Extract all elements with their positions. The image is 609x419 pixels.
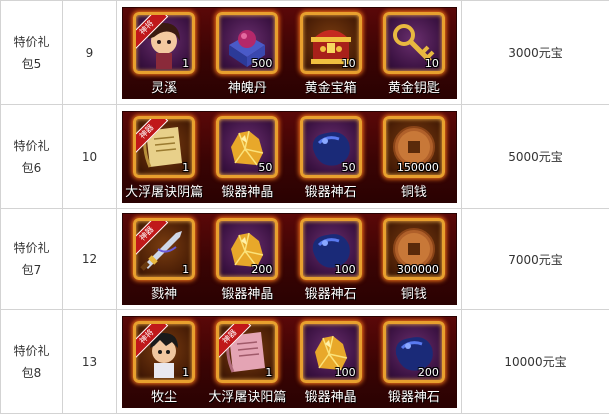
blue-stone-icon: 50	[299, 115, 362, 178]
item-count: 50	[258, 160, 273, 174]
item-label: 锻器神晶	[304, 389, 357, 405]
item-count: 200	[417, 365, 439, 379]
price-cell: 5000元宝	[461, 104, 609, 209]
package-name-line1: 特价礼	[13, 343, 50, 358]
package-name-cell: 特价礼 包7	[0, 208, 63, 310]
package-name-line1: 特价礼	[13, 138, 50, 153]
package-name-cell: 特价礼 包6	[0, 104, 63, 209]
blue-stone-icon: 200	[382, 320, 445, 383]
level-cell: 9	[62, 0, 117, 105]
item-label: 锻器神晶	[221, 287, 274, 302]
pill-box-icon: 500	[216, 11, 279, 74]
copper-coin-icon: 150000	[382, 115, 445, 178]
item-label: 牧尘	[151, 389, 178, 405]
table-row: 特价礼 包5 9 神将 1 灵溪 500 神魄丹 10 黄金宝箱 10 黄金钥匙 3000元宝	[0, 0, 609, 105]
item-count: 10	[424, 56, 439, 70]
package-name-line1: 特价礼	[13, 34, 50, 49]
reward-item: 200 锻器神石	[375, 320, 453, 405]
items-cell: 神器 1 戮神 200 锻器神晶 100 锻器神石 300000 铜钱	[116, 208, 462, 310]
hero-portrait-icon: 神将 1	[133, 320, 196, 383]
package-name-cell: 特价礼 包8	[0, 309, 63, 414]
reward-strip: 神器 1 戮神 200 锻器神晶 100 锻器神石 300000 铜钱	[121, 213, 457, 305]
reward-item: 10 黄金钥匙	[375, 11, 453, 96]
reward-item: 100 锻器神晶	[292, 320, 370, 405]
item-label: 锻器神晶	[221, 184, 274, 200]
gold-crystal-icon: 200	[216, 218, 279, 280]
item-count: 300000	[396, 263, 439, 276]
price-cell: 3000元宝	[461, 0, 609, 105]
item-count: 1	[182, 263, 190, 276]
reward-item: 300000 铜钱	[375, 218, 453, 302]
reward-item: 神器 1 大浮屠诀阴篇	[125, 115, 204, 200]
gold-crystal-icon: 50	[216, 115, 279, 178]
item-count: 100	[334, 263, 356, 276]
item-count: 500	[251, 56, 273, 70]
reward-item: 10 黄金宝箱	[292, 11, 370, 96]
item-label: 锻器神石	[304, 287, 357, 302]
item-label: 大浮屠诀阳篇	[208, 389, 287, 405]
reward-item: 神器 1 戮神	[125, 218, 203, 302]
package-name-line2: 包6	[21, 160, 42, 175]
reward-item: 50 锻器神晶	[208, 115, 286, 200]
heroine-portrait-icon: 神将 1	[133, 11, 196, 74]
copper-coin-icon: 300000	[382, 218, 445, 280]
gift-package-table: 特价礼 包5 9 神将 1 灵溪 500 神魄丹 10 黄金宝箱 10 黄金钥匙 3000元宝 …	[0, 0, 609, 414]
package-name-cell: 特价礼 包5	[0, 0, 63, 105]
item-label: 锻器神石	[387, 389, 440, 405]
item-count: 10	[341, 56, 356, 70]
items-cell: 神器 1 大浮屠诀阴篇 50 锻器神晶 50 锻器神石 150000 铜钱	[116, 104, 462, 209]
price-cell: 7000元宝	[461, 208, 609, 310]
item-label: 大浮屠诀阴篇	[125, 184, 204, 200]
item-count: 100	[334, 365, 356, 379]
item-label: 铜钱	[400, 184, 427, 200]
item-label: 戮神	[151, 287, 178, 302]
package-name-line1: 特价礼	[13, 241, 50, 255]
item-label: 神魄丹	[227, 80, 267, 96]
reward-strip: 神将 1 灵溪 500 神魄丹 10 黄金宝箱 10 黄金钥匙	[121, 6, 457, 99]
item-count: 1	[182, 365, 190, 379]
item-count: 50	[341, 160, 356, 174]
reward-strip: 神器 1 大浮屠诀阴篇 50 锻器神晶 50 锻器神石 150000 铜钱	[121, 110, 457, 203]
level-cell: 12	[62, 208, 117, 310]
reward-item: 神器 1 大浮屠诀阳篇	[208, 320, 287, 405]
table-row: 特价礼 包8 13 神将 1 牧尘 神器 1 大浮屠诀阳篇 100 锻器神晶 200 锻器神石 1…	[0, 309, 609, 414]
sword-icon: 神器 1	[133, 218, 196, 280]
package-name-line2: 包5	[21, 56, 42, 71]
table-row: 特价礼 包6 10 神器 1 大浮屠诀阴篇 50 锻器神晶 50 锻器神石 150000 铜钱 …	[0, 104, 609, 209]
gold-treasure-chest-icon: 10	[299, 11, 362, 74]
item-label: 灵溪	[151, 80, 178, 96]
reward-item: 神将 1 牧尘	[125, 320, 203, 405]
reward-item: 500 神魄丹	[208, 11, 286, 96]
reward-item: 200 锻器神晶	[208, 218, 286, 302]
reward-item: 50 锻器神石	[292, 115, 370, 200]
item-label: 铜钱	[400, 287, 427, 302]
price-cell: 10000元宝	[461, 309, 609, 414]
gold-key-icon: 10	[382, 11, 445, 74]
reward-item: 150000 铜钱	[375, 115, 453, 200]
table-row: 特价礼 包7 12 神器 1 戮神 200 锻器神晶 100 锻器神石 300000 铜钱 70…	[0, 208, 609, 310]
item-label: 黄金宝箱	[304, 80, 357, 96]
reward-strip: 神将 1 牧尘 神器 1 大浮屠诀阳篇 100 锻器神晶 200 锻器神石	[121, 315, 457, 408]
item-label: 锻器神石	[304, 184, 357, 200]
items-cell: 神将 1 灵溪 500 神魄丹 10 黄金宝箱 10 黄金钥匙	[116, 0, 462, 105]
scroll-icon: 神器 1	[133, 115, 196, 178]
item-label: 黄金钥匙	[387, 80, 440, 96]
table-body: 特价礼 包5 9 神将 1 灵溪 500 神魄丹 10 黄金宝箱 10 黄金钥匙 3000元宝 …	[0, 0, 609, 414]
reward-item: 神将 1 灵溪	[125, 11, 203, 96]
package-name-line2: 包7	[21, 263, 42, 277]
level-cell: 10	[62, 104, 117, 209]
items-cell: 神将 1 牧尘 神器 1 大浮屠诀阳篇 100 锻器神晶 200 锻器神石	[116, 309, 462, 414]
item-count: 1	[265, 365, 273, 379]
pink-scroll-icon: 神器 1	[216, 320, 279, 383]
blue-stone-icon: 100	[299, 218, 362, 280]
level-cell: 13	[62, 309, 117, 414]
item-count: 200	[251, 263, 273, 276]
item-count: 150000	[396, 160, 439, 174]
item-count: 1	[182, 160, 190, 174]
reward-item: 100 锻器神石	[292, 218, 370, 302]
item-count: 1	[182, 56, 190, 70]
package-name-line2: 包8	[21, 365, 42, 380]
gold-crystal-icon: 100	[299, 320, 362, 383]
